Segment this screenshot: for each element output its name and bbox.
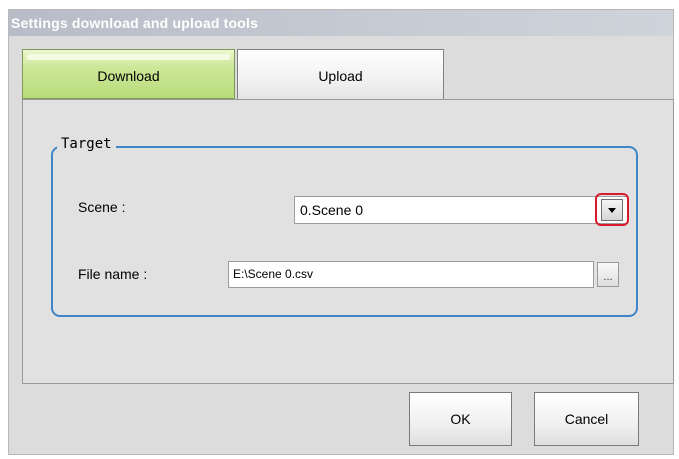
settings-dialog: Settings download and upload tools Downl… xyxy=(8,9,674,455)
tab-upload-label: Upload xyxy=(318,67,363,84)
browse-button[interactable]: ... xyxy=(597,262,619,287)
tab-panel: Target Scene : 0.Scene 0 File name : E:\… xyxy=(22,99,674,384)
scene-label: Scene : xyxy=(78,199,126,215)
file-name-field[interactable]: E:\Scene 0.csv xyxy=(228,261,594,288)
dropdown-highlight-annotation xyxy=(595,193,629,226)
scene-select[interactable]: 0.Scene 0 xyxy=(294,196,628,224)
tab-download[interactable]: Download xyxy=(22,49,235,99)
file-name-label: File name : xyxy=(78,266,148,282)
cancel-button[interactable]: Cancel xyxy=(534,392,639,446)
target-groupbox xyxy=(51,146,638,317)
tab-download-label: Download xyxy=(97,68,160,84)
window-title: Settings download and upload tools xyxy=(9,10,673,36)
tab-upload[interactable]: Upload xyxy=(237,49,444,99)
target-group-label: Target xyxy=(57,136,116,152)
ok-button[interactable]: OK xyxy=(409,392,512,446)
